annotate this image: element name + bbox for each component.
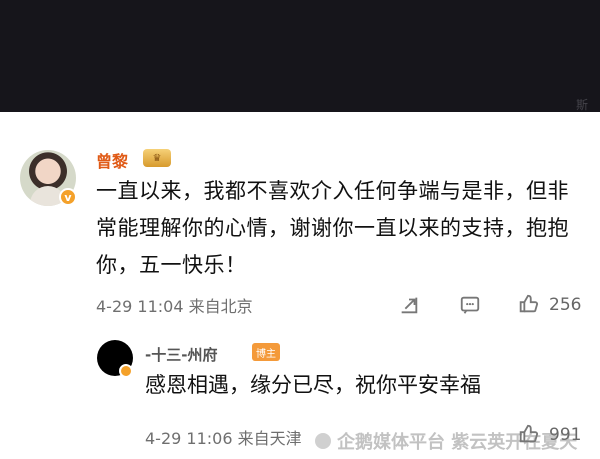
verified-icon: v [59, 188, 77, 206]
reply-verified-icon [119, 364, 133, 378]
dark-header [0, 0, 600, 112]
reply-text: 感恩相遇，缘分已尽，祝你平安幸福 [145, 373, 481, 397]
share-icon[interactable] [398, 294, 420, 316]
main-like-count: 256 [549, 295, 582, 315]
main-comment-meta: 4-29 11:04 来自北京 [96, 297, 253, 316]
main-comment-text: 一直以来，我都不喜欢介入任何争端与是非，但非常能理解你的心情，谢谢你一直以来的支… [96, 179, 569, 277]
watermark-logo-icon [315, 433, 331, 449]
reply-username[interactable]: -十三-州府 [145, 344, 217, 365]
comment-icon[interactable] [459, 294, 481, 316]
crown-icon: ♛ [143, 149, 171, 167]
watermark: 企鹅媒体平台 紫云英开在夏天 [315, 428, 577, 454]
reply-meta: 4-29 11:06 来自天津 [145, 429, 302, 448]
header-faint-text: 斯 [575, 98, 588, 112]
main-username[interactable]: 曾黎 [96, 148, 128, 172]
like-icon[interactable] [517, 293, 539, 315]
author-tag: 博主 [252, 343, 280, 361]
watermark-text: 企鹅媒体平台 紫云英开在夏天 [337, 432, 578, 453]
